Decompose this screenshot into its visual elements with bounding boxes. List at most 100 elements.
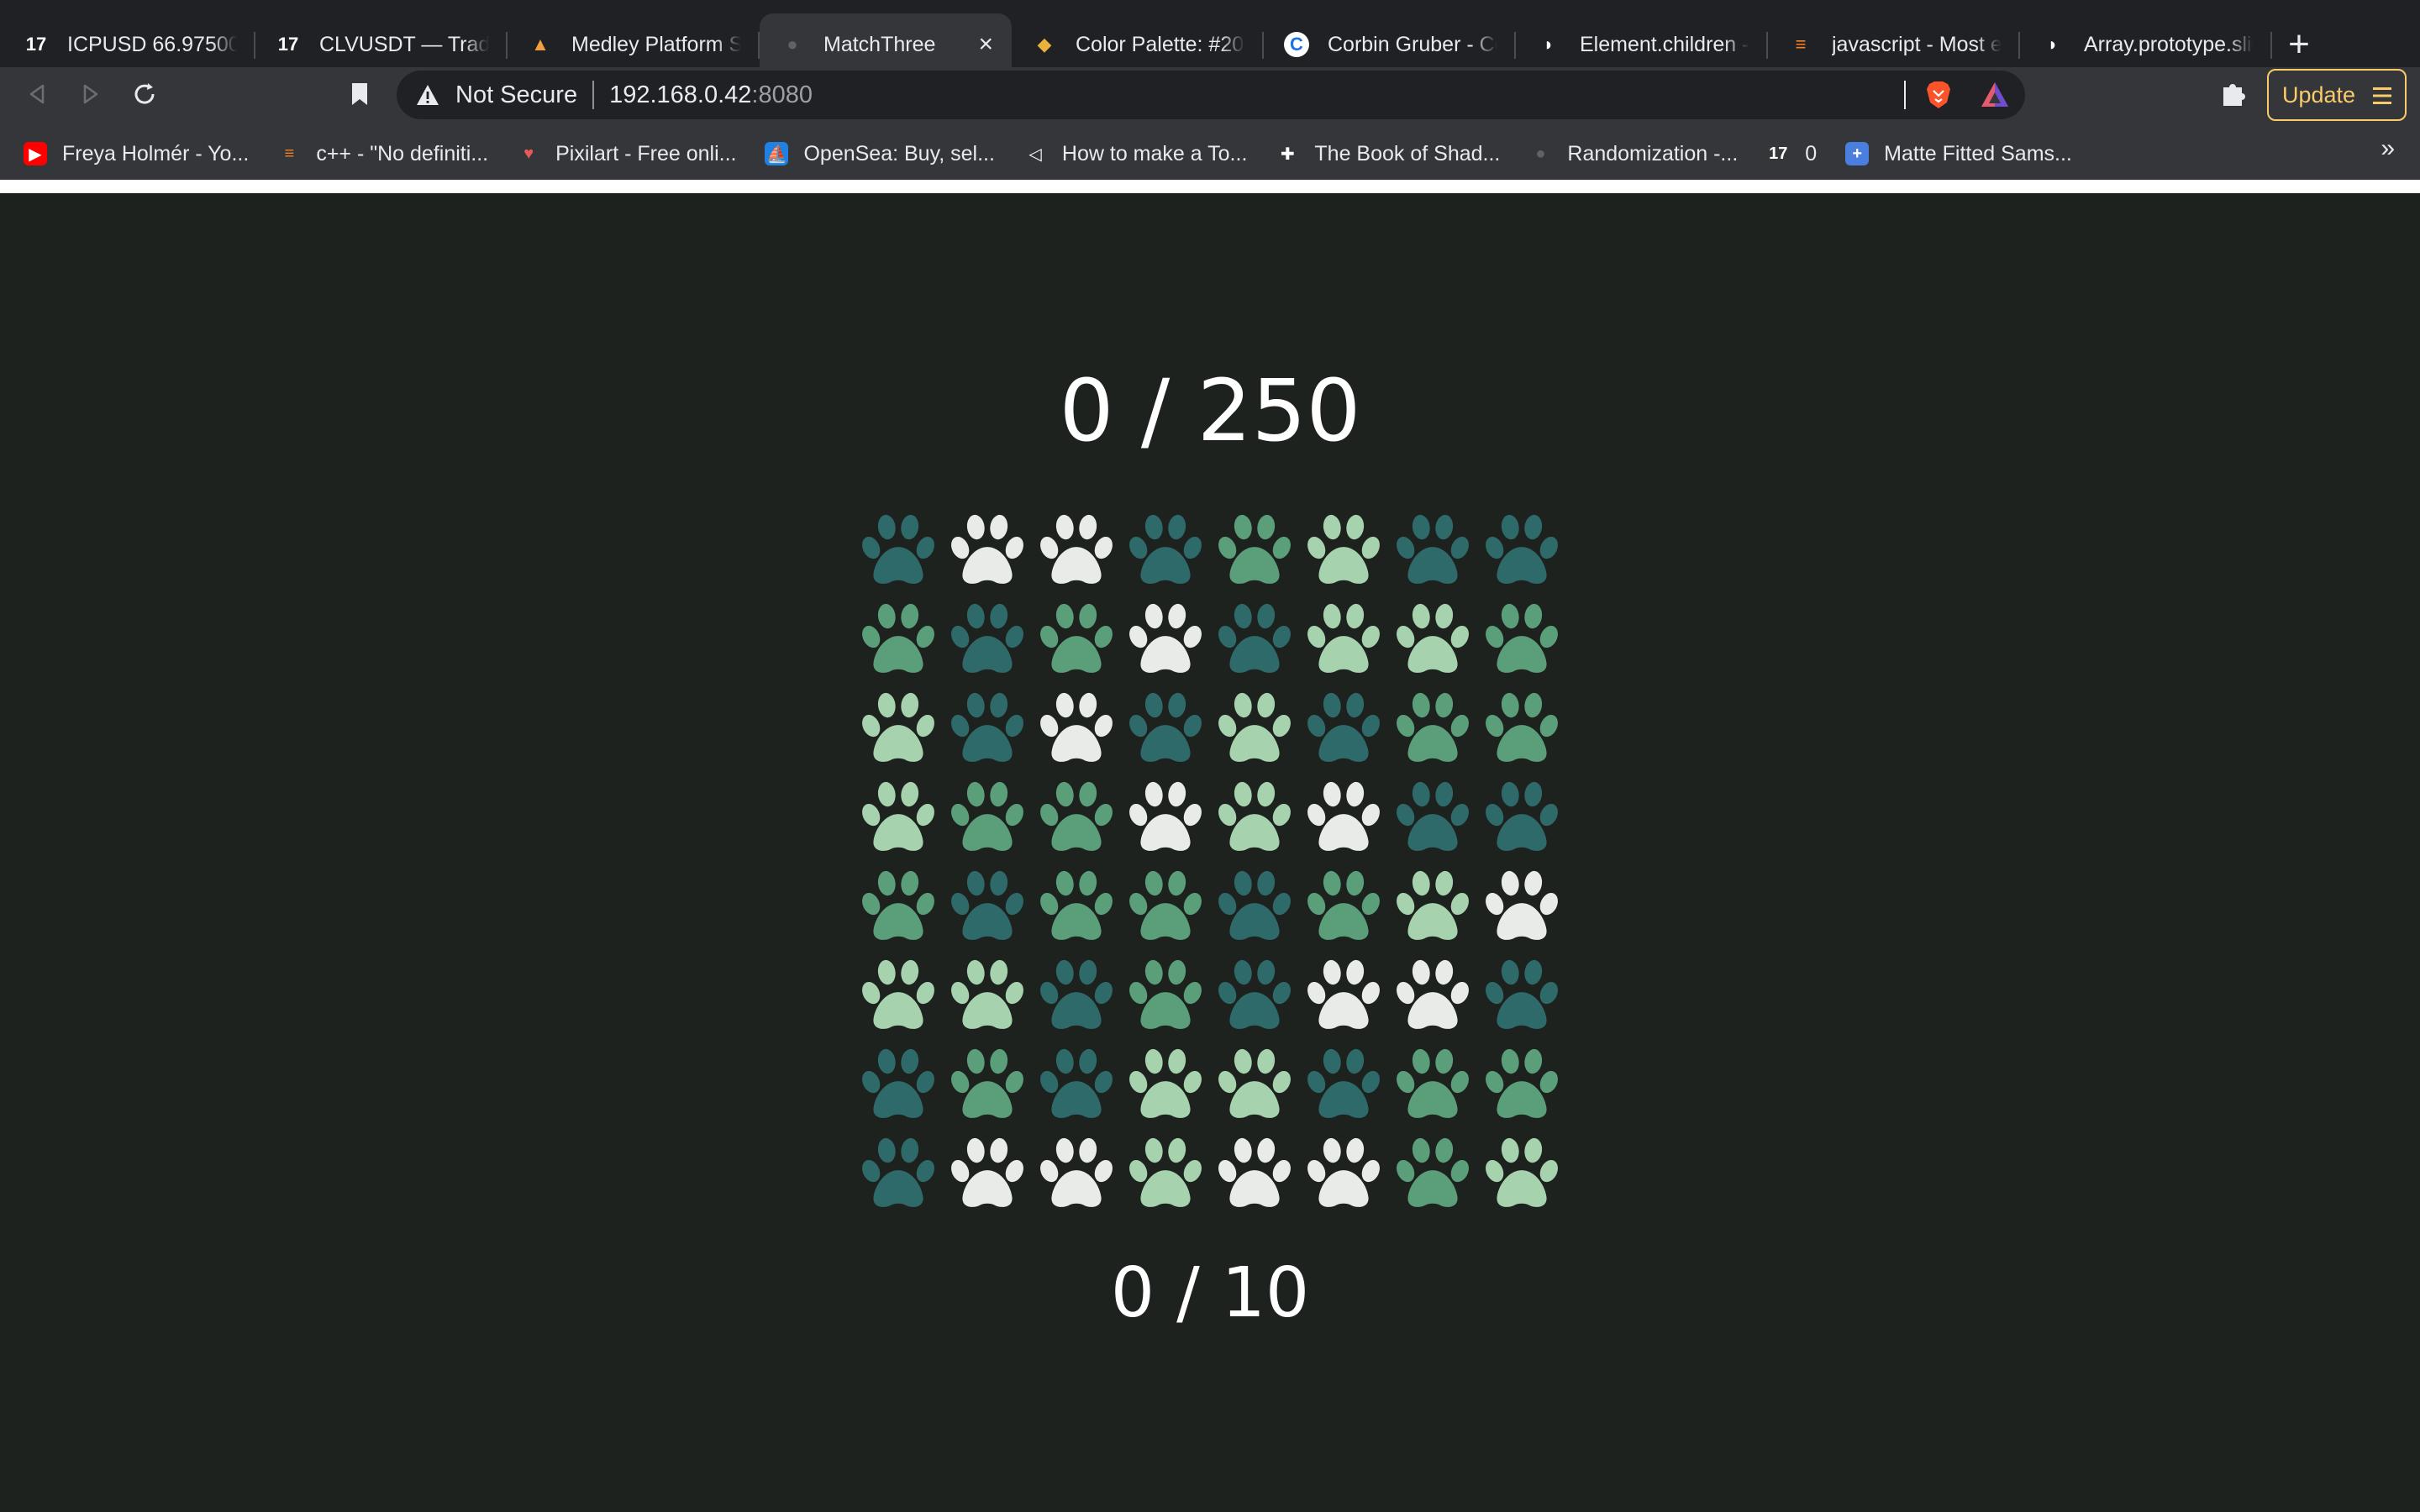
paw-icon [951, 514, 1023, 584]
board-tile[interactable] [1210, 684, 1299, 773]
board-tile[interactable] [1477, 1129, 1566, 1218]
board-tile[interactable] [943, 951, 1032, 1040]
board-tile[interactable] [1477, 951, 1566, 1040]
brave-shield-button[interactable] [1923, 79, 1954, 111]
board-tile[interactable] [1032, 684, 1121, 773]
board-tile[interactable] [854, 1129, 943, 1218]
paw-icon [1397, 870, 1469, 940]
forward-button[interactable] [66, 69, 116, 119]
bookmark-item[interactable]: ● Randomization -... [1528, 142, 1738, 166]
board-tile[interactable] [1388, 595, 1477, 684]
tab-6[interactable]: ◗ Element.children - W [1516, 13, 1768, 76]
board-tile[interactable] [1388, 684, 1477, 773]
brave-rewards-button[interactable] [1979, 79, 2011, 111]
board-tile[interactable] [854, 506, 943, 595]
board-tile[interactable] [943, 862, 1032, 951]
bookmarks-overflow-button[interactable]: » [2381, 134, 2395, 163]
board-tile[interactable] [1210, 506, 1299, 595]
tab-8[interactable]: ◗ Array.prototype.slice [2020, 13, 2272, 76]
board-tile[interactable] [1299, 506, 1388, 595]
board-tile[interactable] [1477, 684, 1566, 773]
board-tile[interactable] [943, 595, 1032, 684]
bookmark-item[interactable]: ≡ c++ - "No definiti... [277, 142, 488, 166]
bookmark-page-button[interactable] [334, 69, 385, 119]
board-tile[interactable] [943, 773, 1032, 862]
board-tile[interactable] [1388, 506, 1477, 595]
bookmark-item[interactable]: ✚ The Book of Shad... [1276, 142, 1500, 166]
board-tile[interactable] [1032, 1040, 1121, 1129]
board-tile[interactable] [943, 684, 1032, 773]
board-tile[interactable] [1477, 862, 1566, 951]
url-host[interactable]: 192.168.0.42 [609, 81, 751, 109]
address-bar-content[interactable]: Not Secure 192.168.0.42:8080 [397, 71, 2025, 119]
board-tile[interactable] [1121, 684, 1210, 773]
tab-0[interactable]: 17 ICPUSD 66.975000 [3, 13, 255, 76]
board-tile[interactable] [1210, 595, 1299, 684]
board-tile[interactable] [1032, 951, 1121, 1040]
board-tile[interactable] [854, 595, 943, 684]
update-button[interactable]: Update [2267, 69, 2407, 121]
board-tile[interactable] [854, 1040, 943, 1129]
board-tile[interactable] [1299, 862, 1388, 951]
new-tab-button[interactable]: + [2272, 13, 2326, 76]
board-tile[interactable] [1032, 862, 1121, 951]
board-tile[interactable] [1121, 1040, 1210, 1129]
board-tile[interactable] [1121, 862, 1210, 951]
board-tile[interactable] [943, 1129, 1032, 1218]
tab-2[interactable]: ▲ Medley Platform Spr [508, 13, 760, 76]
board-tile[interactable] [854, 684, 943, 773]
board-tile[interactable] [1121, 951, 1210, 1040]
bookmark-item[interactable]: ⛵ OpenSea: Buy, sel... [765, 142, 995, 166]
bookmark-item[interactable]: 17 0 [1766, 142, 1817, 166]
security-label[interactable]: Not Secure [455, 81, 577, 109]
board-tile[interactable] [1210, 951, 1299, 1040]
board-tile[interactable] [943, 506, 1032, 595]
board-tile[interactable] [854, 862, 943, 951]
board-tile[interactable] [943, 1040, 1032, 1129]
bookmark-item[interactable]: + Matte Fitted Sams... [1845, 142, 2072, 166]
board-tile[interactable] [1388, 862, 1477, 951]
board-tile[interactable] [1032, 595, 1121, 684]
board-tile[interactable] [1299, 1129, 1388, 1218]
board-tile[interactable] [1032, 506, 1121, 595]
board-tile[interactable] [1477, 773, 1566, 862]
board-tile[interactable] [1210, 862, 1299, 951]
bookmark-item[interactable]: ▶ Freya Holmér - Yo... [24, 142, 249, 166]
reload-button[interactable] [119, 69, 170, 119]
board-tile[interactable] [1388, 1040, 1477, 1129]
back-button[interactable] [12, 69, 62, 119]
board-tile[interactable] [854, 773, 943, 862]
tab-1[interactable]: 17 CLVUSDT — Trading [255, 13, 508, 76]
tab-7[interactable]: ≡ javascript - Most eff [1768, 13, 2020, 76]
extensions-button[interactable] [2218, 79, 2252, 113]
board-tile[interactable] [1210, 1040, 1299, 1129]
board-tile[interactable] [1299, 1040, 1388, 1129]
bookmark-item[interactable]: ◁ How to make a To... [1023, 142, 1247, 166]
board-tile[interactable] [1477, 595, 1566, 684]
board-tile[interactable] [1121, 595, 1210, 684]
board-tile[interactable] [1032, 773, 1121, 862]
board-tile[interactable] [1121, 1129, 1210, 1218]
board-tile[interactable] [1299, 595, 1388, 684]
board-tile[interactable] [1121, 506, 1210, 595]
tab-3[interactable]: ● MatchThree × [760, 13, 1012, 76]
board-tile[interactable] [1477, 506, 1566, 595]
board-tile[interactable] [1299, 684, 1388, 773]
board-tile[interactable] [854, 951, 943, 1040]
board-tile[interactable] [1299, 773, 1388, 862]
close-tab-icon[interactable]: × [978, 30, 993, 59]
tab-5[interactable]: C Corbin Gruber - Cod [1264, 13, 1516, 76]
board-tile[interactable] [1032, 1129, 1121, 1218]
board-tile[interactable] [1477, 1040, 1566, 1129]
board-tile[interactable] [1388, 1129, 1477, 1218]
url-port[interactable]: :8080 [751, 81, 813, 109]
board-tile[interactable] [1121, 773, 1210, 862]
board-tile[interactable] [1210, 1129, 1299, 1218]
board-tile[interactable] [1299, 951, 1388, 1040]
board-tile[interactable] [1388, 951, 1477, 1040]
paw-icon [1307, 781, 1380, 851]
bookmark-item[interactable]: ♥ Pixilart - Free onli... [517, 142, 736, 166]
board-tile[interactable] [1210, 773, 1299, 862]
tab-4[interactable]: ◆ Color Palette: #2040 [1012, 13, 1264, 76]
board-tile[interactable] [1388, 773, 1477, 862]
